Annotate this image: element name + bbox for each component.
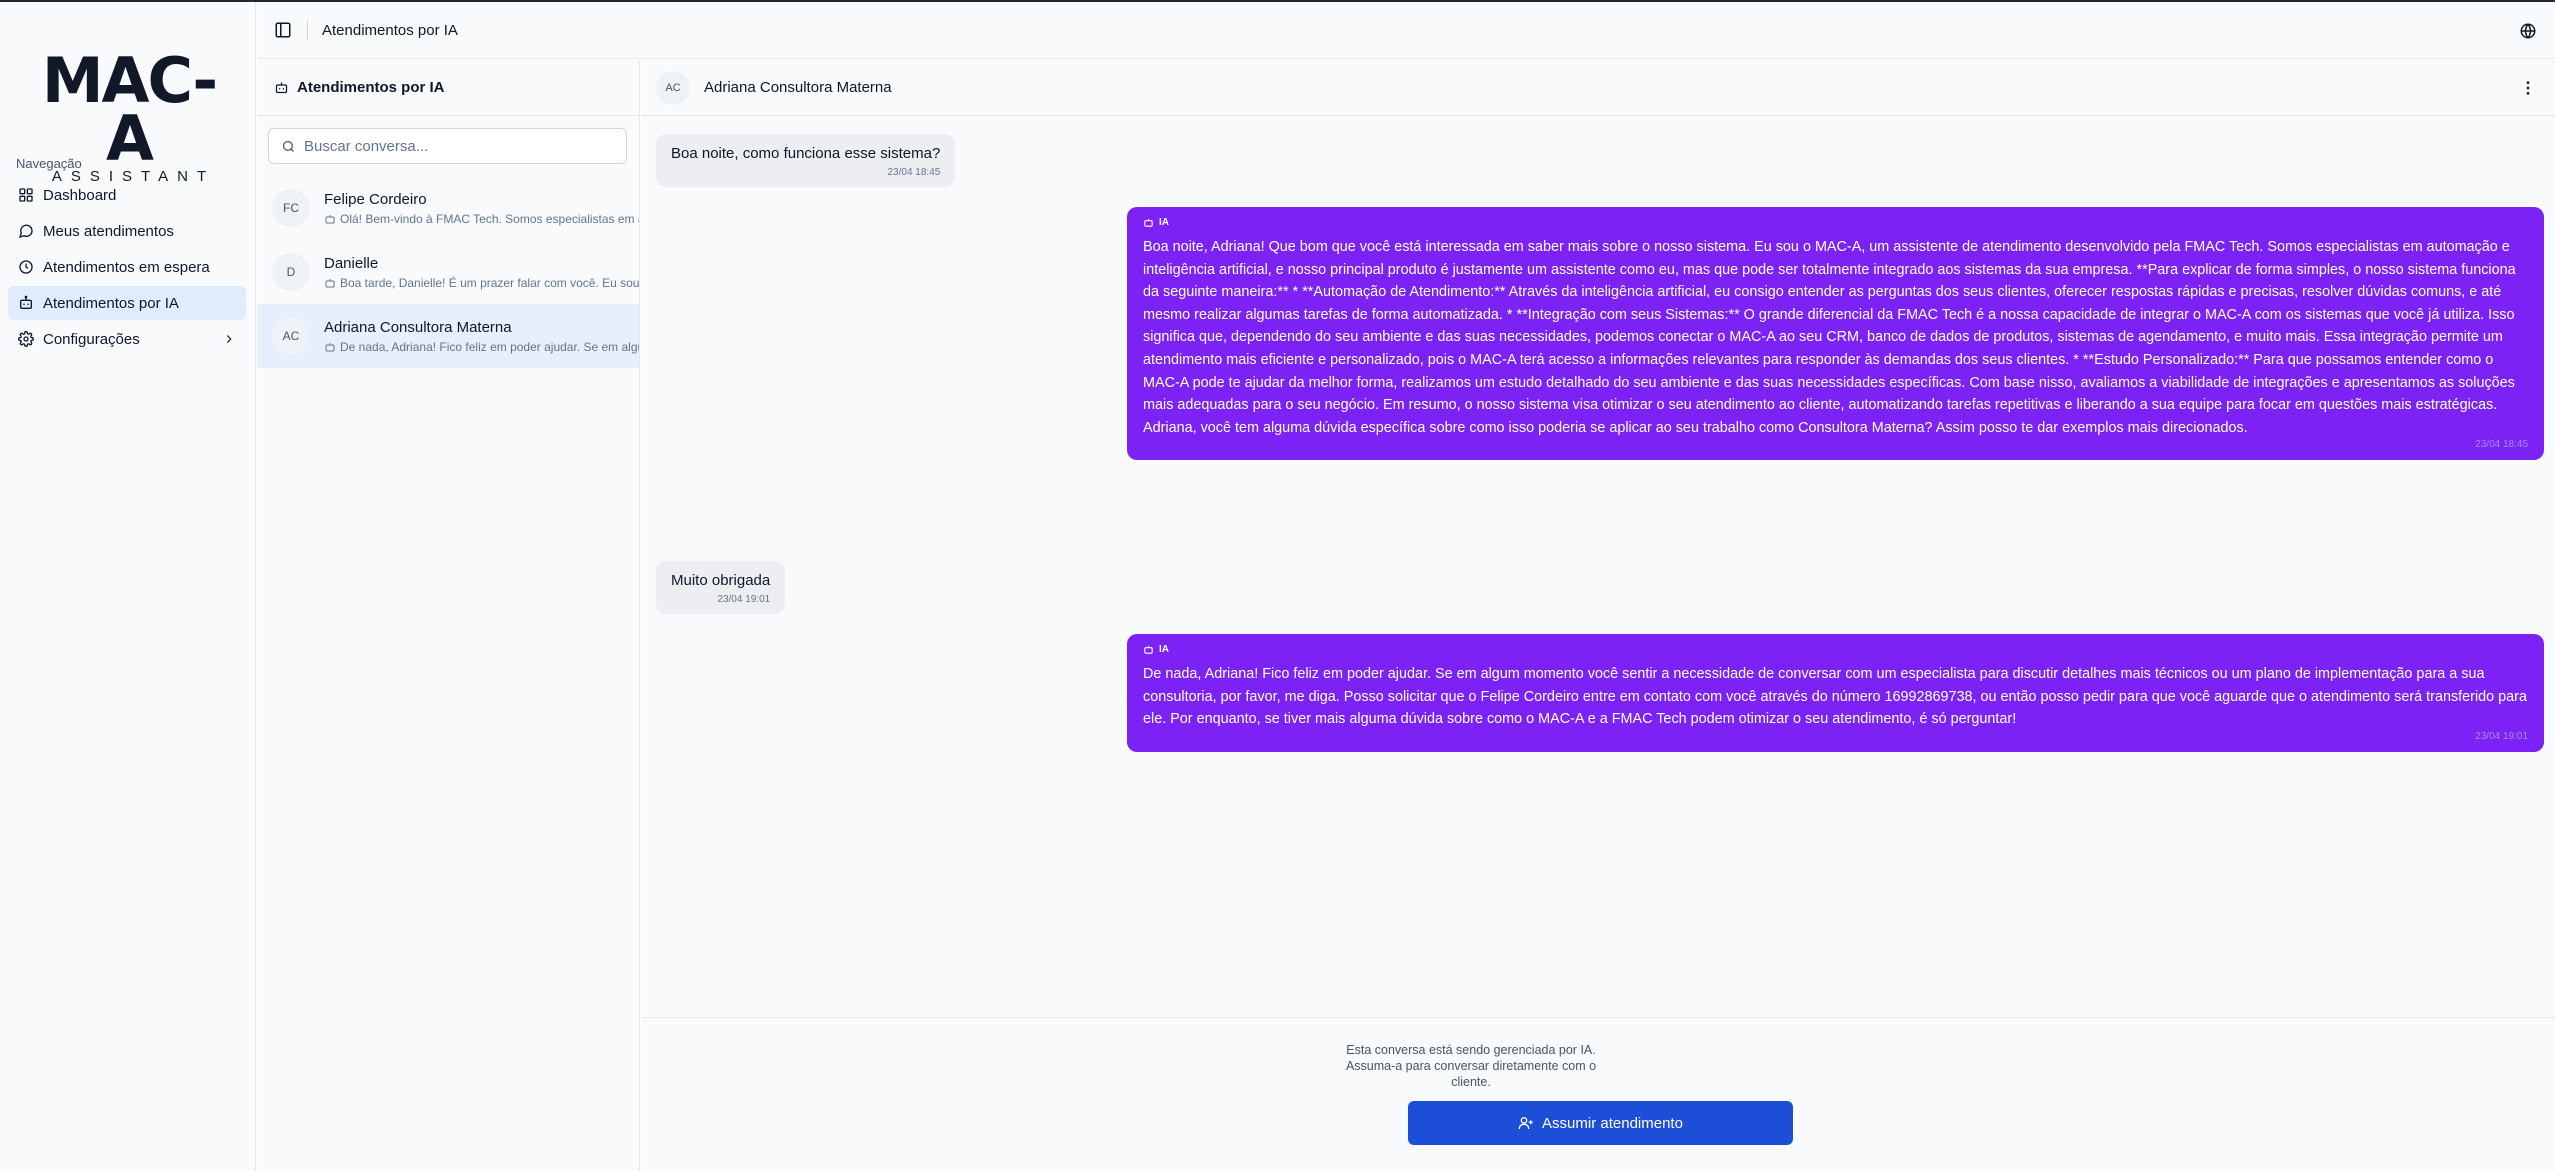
search-input[interactable] [304, 137, 604, 155]
message-time: 23/04 18:45 [887, 167, 941, 178]
avatar: AC [272, 317, 310, 355]
message-circle-icon [18, 224, 33, 239]
sidebar-item-my-conversations[interactable]: Meus atendimentos [8, 214, 246, 248]
nav-section-label: Navegação [16, 156, 82, 171]
logo-text: MAC-A [41, 44, 218, 175]
incoming-message: Boa noite, como funciona esse sistema? 2… [656, 134, 956, 187]
bot-icon [325, 214, 335, 223]
divider [307, 20, 308, 40]
message-preview: Olá! Bem-vindo à FMAC Tech. Somos especi… [324, 211, 639, 226]
incoming-message: Muito obrigada 23/04 19:01 [656, 561, 786, 614]
conversation-list-title: Atendimentos por IA [297, 79, 445, 96]
message-list: Boa noite, como funciona esse sistema? 2… [641, 117, 2555, 1077]
page-title: Atendimentos por IA [322, 21, 458, 39]
avatar: FC [272, 189, 310, 227]
chat-contact-name: Adriana Consultora Materna [704, 79, 892, 96]
sidebar-item-waiting[interactable]: Atendimentos em espera [8, 250, 246, 284]
avatar: AC [656, 70, 690, 105]
notice-line: Assuma-a para conversar diretamente com … [1345, 1059, 1597, 1073]
bot-icon [1144, 645, 1153, 654]
sidebar-item-label: Atendimentos por IA [43, 294, 179, 312]
preview-text: De nada, Adriana! Fico feliz em poder aj… [340, 339, 639, 354]
conversation-text: Adriana Consultora Materna De nada, Adri… [324, 318, 639, 354]
clock-icon [19, 260, 33, 274]
ai-tag-label: IA [1159, 217, 1169, 228]
bot-icon [20, 295, 32, 309]
sidebar-item-dashboard[interactable]: Dashboard [8, 178, 246, 212]
message-text: Boa noite, Adriana! Que bom que você est… [1143, 239, 2516, 436]
chat-panel: AC Adriana Consultora Materna Boa noite,… [641, 60, 2555, 1171]
ai-tag-label: IA [1159, 644, 1169, 655]
grid-icon [19, 188, 33, 202]
app-logo: MAC-A ASSISTANT [26, 50, 232, 186]
gear-icon [18, 331, 34, 347]
message-text: De nada, Adriana! Fico feliz em poder aj… [1143, 666, 2527, 728]
bot-icon [325, 342, 335, 351]
conversation-text: Felipe Cordeiro Olá! Bem-vindo à FMAC Te… [324, 190, 639, 226]
sidebar-item-label: Meus atendimentos [43, 222, 174, 240]
globe-icon[interactable] [2519, 22, 2537, 40]
conversation-list-header: Atendimentos por IA [257, 60, 639, 116]
notice-line: Esta conversa está sendo gerenciada por … [1346, 1043, 1596, 1057]
message-text: Muito obrigada [671, 572, 771, 589]
ai-tag: IA [1143, 644, 2528, 655]
avatar: D [272, 253, 310, 291]
conversation-list-panel: Atendimentos por IA FC Felipe Cordeiro O… [257, 60, 640, 1171]
search-icon [282, 140, 294, 152]
conversation-list: FC Felipe Cordeiro Olá! Bem-vindo à FMAC… [257, 176, 640, 368]
ai-message: IA Boa noite, Adriana! Que bom que você … [1127, 207, 2544, 461]
list-item[interactable]: AC Adriana Consultora Materna De nada, A… [257, 304, 639, 368]
top-bar: Atendimentos por IA [257, 2, 2555, 59]
message-time: 23/04 19:01 [2475, 730, 2528, 742]
ai-tag: IA [1143, 217, 2528, 228]
sidebar-item-label: Dashboard [43, 186, 117, 204]
notice-line: cliente. [1451, 1075, 1491, 1089]
message-preview: De nada, Adriana! Fico feliz em poder aj… [324, 339, 639, 354]
contact-name: Danielle [324, 254, 379, 272]
bot-icon [275, 82, 288, 94]
message-time: 23/04 19:01 [717, 594, 771, 605]
message-time: 23/04 18:45 [2475, 439, 2528, 451]
conversation-text: Danielle Boa tarde, Danielle! É um praze… [324, 254, 640, 290]
ai-message: IA De nada, Adriana! Fico feliz em poder… [1127, 634, 2544, 752]
contact-name: Adriana Consultora Materna [324, 318, 512, 336]
nav-list: Dashboard Meus atendimentos Atendimentos… [8, 178, 246, 358]
message-text: Boa noite, como funciona esse sistema? [671, 145, 941, 162]
contact-name: Felipe Cordeiro [324, 190, 427, 208]
assume-conversation-button[interactable]: Assumir atendimento [1408, 1101, 1793, 1145]
message-preview: Boa tarde, Danielle! É um prazer falar c… [324, 275, 640, 290]
chat-header: AC Adriana Consultora Materna [641, 60, 2555, 116]
list-item[interactable]: FC Felipe Cordeiro Olá! Bem-vindo à FMAC… [257, 176, 639, 240]
more-vertical-icon[interactable] [2519, 79, 2537, 97]
bot-icon [325, 278, 335, 287]
chevron-right-icon [226, 335, 232, 343]
list-item[interactable]: D Danielle Boa tarde, Danielle! É um pra… [257, 240, 640, 304]
sidebar-item-ai-conversations[interactable]: Atendimentos por IA [8, 286, 246, 320]
sidebar-item-label: Atendimentos em espera [43, 258, 210, 276]
preview-text: Olá! Bem-vindo à FMAC Tech. Somos especi… [340, 211, 639, 226]
sidebar-toggle-icon[interactable] [274, 21, 292, 39]
sidebar-item-settings[interactable]: Configurações [8, 322, 246, 356]
preview-text: Boa tarde, Danielle! É um prazer falar c… [340, 275, 640, 290]
sidebar-item-label: Configurações [43, 330, 140, 348]
chat-footer: Esta conversa está sendo gerenciada por … [641, 1017, 2555, 1171]
assume-button-label: Assumir atendimento [1542, 1114, 1683, 1132]
user-plus-icon [1518, 1117, 1533, 1129]
ai-managed-notice: Esta conversa está sendo gerenciada por … [1181, 1042, 1761, 1090]
nav-sidebar: MAC-A ASSISTANT Navegação Dashboard Meus… [0, 2, 256, 1171]
bot-icon [1144, 218, 1153, 227]
search-box [268, 128, 627, 164]
